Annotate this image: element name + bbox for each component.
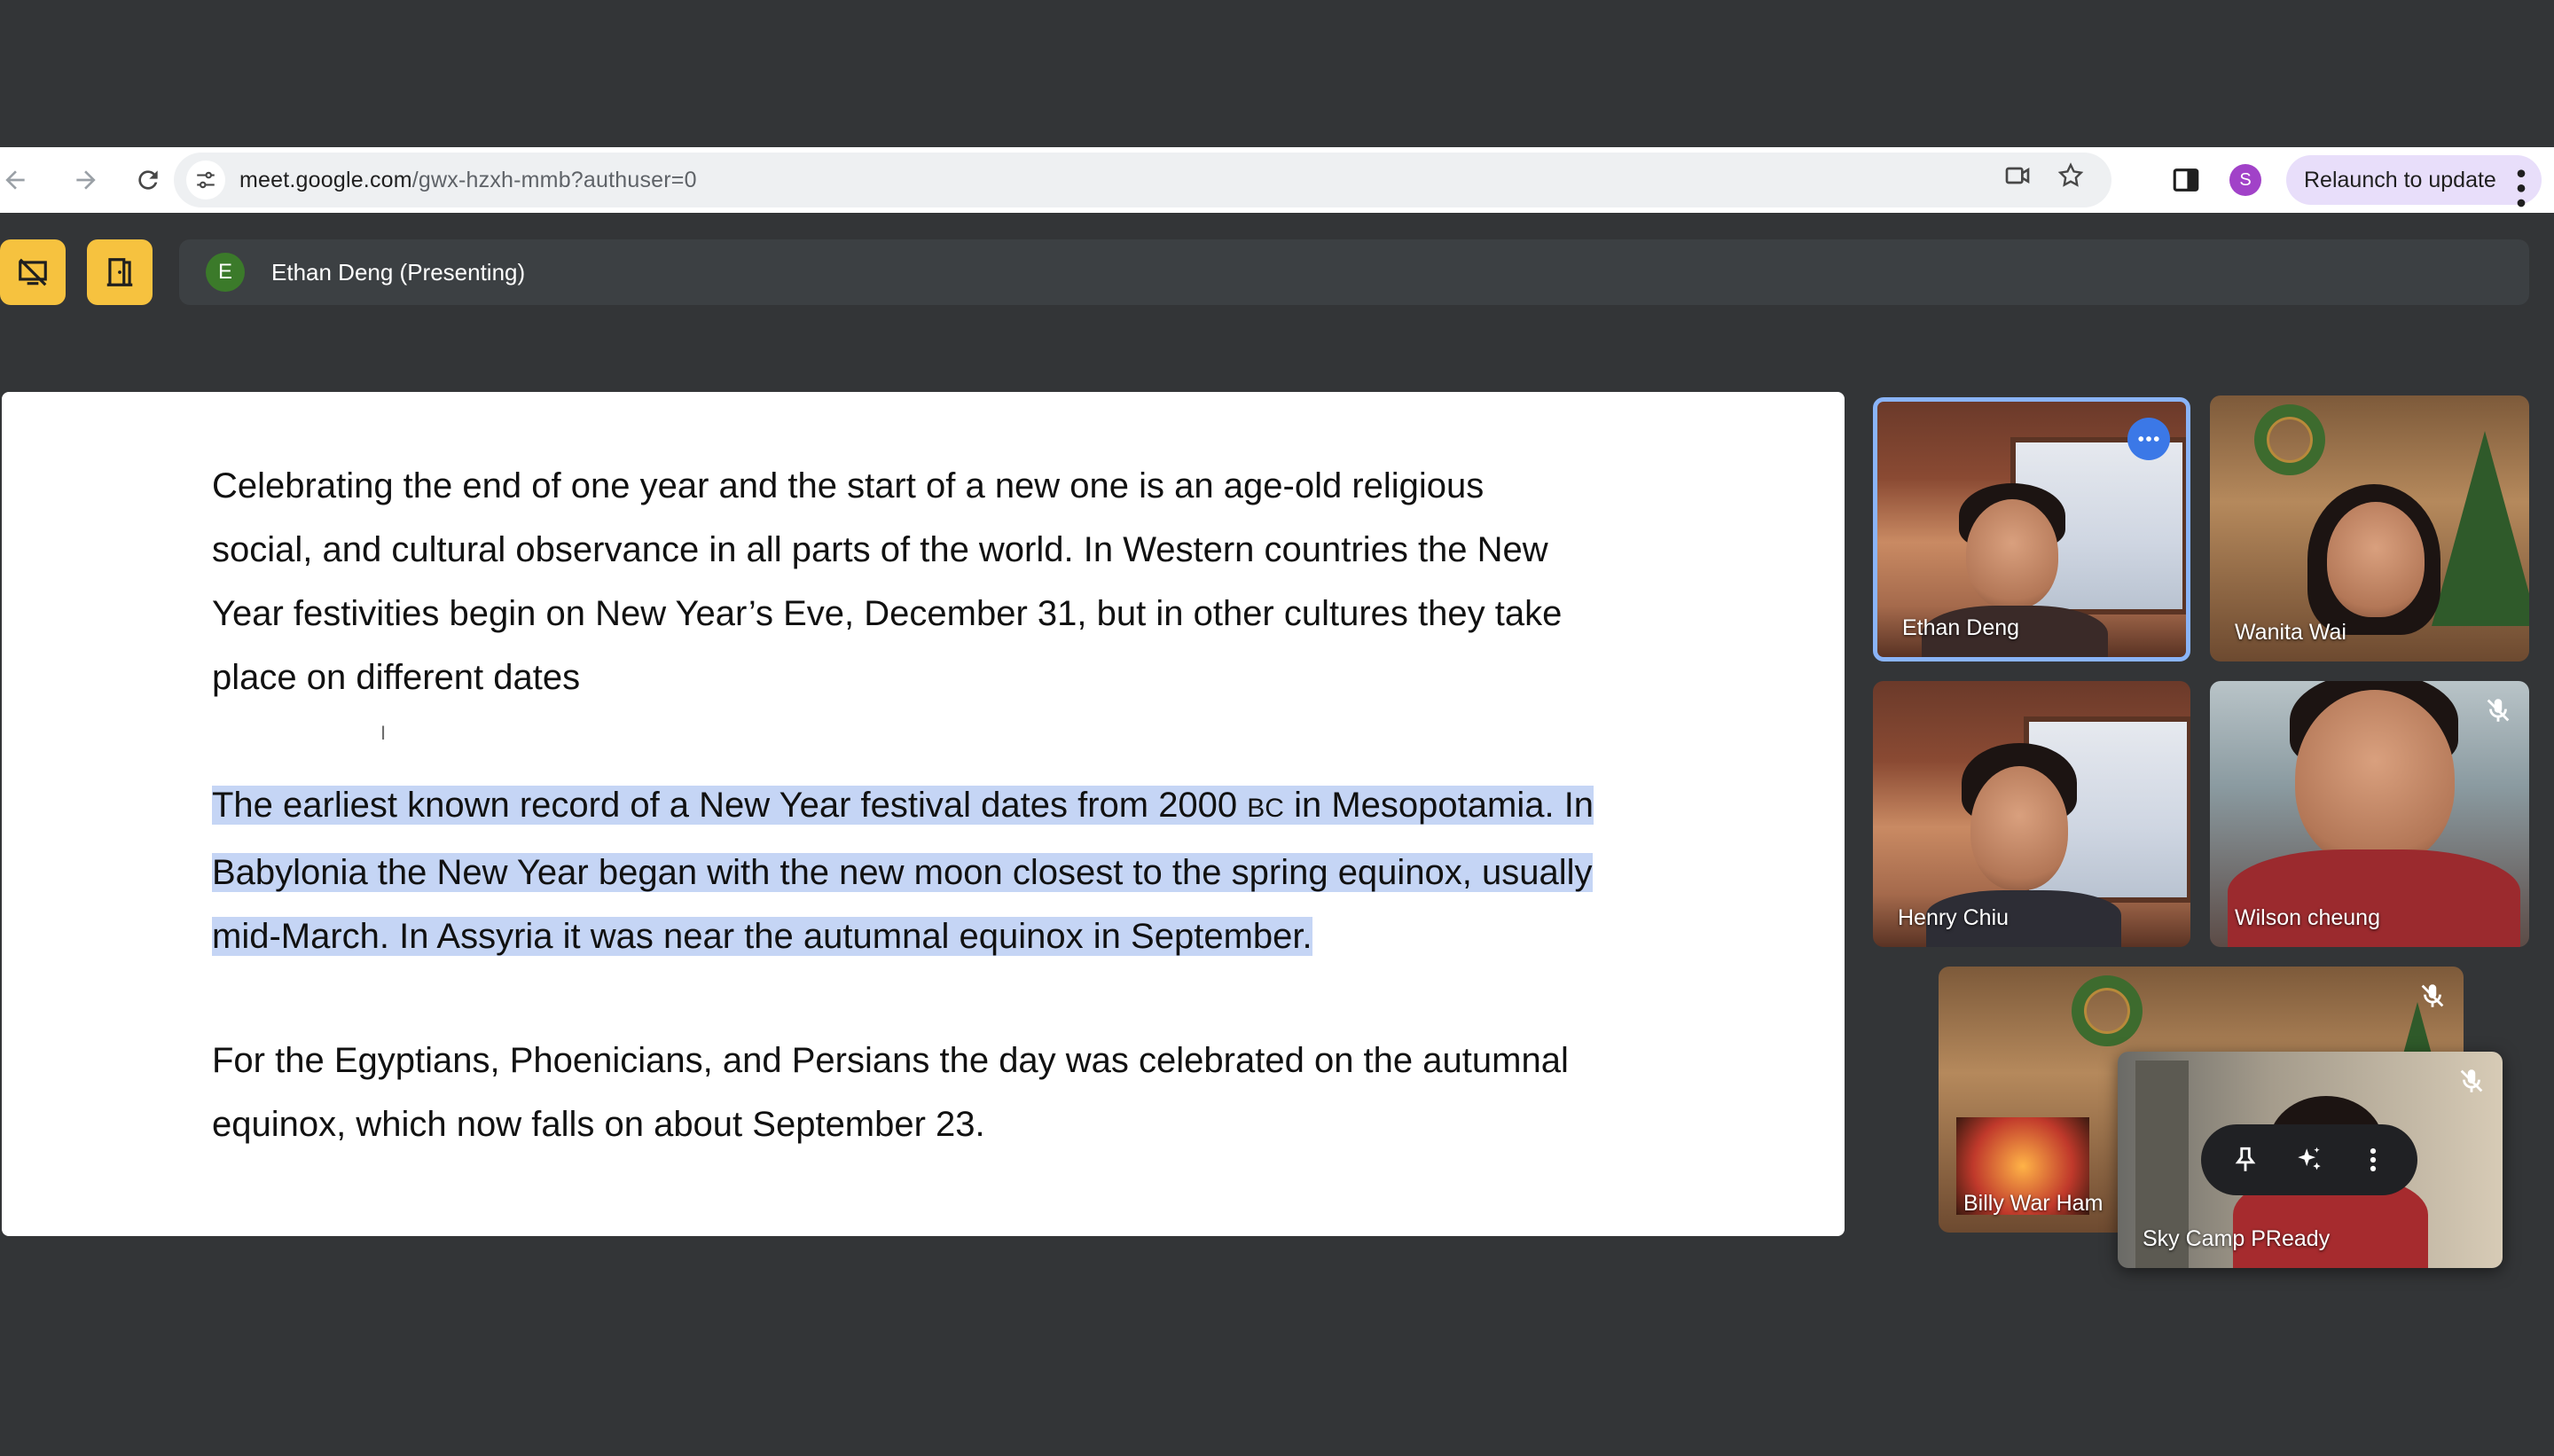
url-path: /gwx-hzxh-mmb?authuser=0 bbox=[411, 167, 697, 192]
reload-button[interactable] bbox=[124, 156, 172, 204]
participant-name: Sky Camp PReady bbox=[2143, 1226, 2331, 1251]
leave-room-button[interactable] bbox=[87, 239, 153, 305]
presenter-avatar: E bbox=[206, 253, 245, 292]
relaunch-label: Relaunch to update bbox=[2304, 167, 2496, 192]
url-text: meet.google.com/gwx-hzxh-mmb?authuser=0 bbox=[239, 168, 697, 193]
participant-tile-wanita[interactable]: Wanita Wai bbox=[2210, 395, 2529, 661]
relaunch-button[interactable]: Relaunch to update bbox=[2286, 155, 2542, 207]
reload-icon bbox=[138, 170, 158, 190]
side-panel-icon[interactable] bbox=[2171, 165, 2201, 195]
pin-icon[interactable] bbox=[2230, 1145, 2260, 1175]
text-line: equinox, which now falls on about Septem… bbox=[212, 1105, 985, 1144]
highlighted-line: mid-March. In Assyria it was near the au… bbox=[212, 917, 1312, 956]
participant-tile-henry[interactable]: Henry Chiu bbox=[1873, 681, 2190, 947]
mic-off-icon bbox=[2460, 1069, 2483, 1092]
text-line: Celebrating the end of one year and the … bbox=[212, 466, 1485, 505]
paragraph-3: For the Egyptians, Phoenicians, and Pers… bbox=[212, 1029, 1720, 1156]
more-options-button[interactable] bbox=[2127, 418, 2170, 460]
door-icon bbox=[106, 258, 133, 286]
highlighted-line: The earliest known record of a New Year … bbox=[212, 786, 1594, 825]
participant-name: Billy War Ham bbox=[1963, 1191, 2104, 1216]
arrow-left-icon bbox=[5, 170, 25, 190]
presentation-slide[interactable]: Celebrating the end of one year and the … bbox=[2, 392, 1845, 1236]
back-button[interactable] bbox=[0, 156, 39, 204]
present-off-icon bbox=[19, 258, 47, 286]
kebab-menu-icon bbox=[2517, 169, 2526, 207]
participant-name: Wanita Wai bbox=[2235, 620, 2346, 645]
mic-off-icon bbox=[2487, 699, 2510, 722]
forward-button[interactable] bbox=[62, 156, 110, 204]
participant-tile-ethan[interactable]: Ethan Deng bbox=[1873, 397, 2190, 661]
browser-toolbar: meet.google.com/gwx-hzxh-mmb?authuser=0 … bbox=[0, 147, 2554, 213]
paragraph-1: Celebrating the end of one year and the … bbox=[212, 454, 1720, 709]
participant-name: Wilson cheung bbox=[2235, 905, 2380, 930]
stop-presenting-button[interactable] bbox=[0, 239, 66, 305]
text-cursor-icon: I bbox=[380, 722, 387, 744]
sparkle-effects-icon[interactable] bbox=[2294, 1145, 2324, 1175]
presenter-label: Ethan Deng (Presenting) bbox=[271, 258, 526, 286]
more-vert-icon[interactable] bbox=[2358, 1145, 2388, 1175]
profile-avatar[interactable]: S bbox=[2229, 164, 2261, 196]
camera-icon[interactable] bbox=[2003, 161, 2032, 190]
bookmark-star-icon[interactable] bbox=[2057, 161, 2085, 190]
text-line: For the Egyptians, Phoenicians, and Pers… bbox=[212, 1041, 1569, 1080]
address-bar[interactable]: meet.google.com/gwx-hzxh-mmb?authuser=0 bbox=[174, 153, 2111, 207]
url-host: meet.google.com bbox=[239, 167, 412, 192]
tile-hover-toolbar bbox=[2201, 1124, 2417, 1195]
participant-tile-wilson[interactable]: Wilson cheung bbox=[2210, 681, 2529, 947]
participant-name: Ethan Deng bbox=[1902, 615, 2020, 640]
bc-small-caps: BC bbox=[1247, 794, 1284, 823]
highlighted-line: Babylonia the New Year began with the ne… bbox=[212, 853, 1593, 892]
presenter-banner: E Ethan Deng (Presenting) bbox=[179, 239, 2529, 305]
mic-off-icon bbox=[2421, 984, 2444, 1007]
text-line: place on different dates bbox=[212, 658, 581, 697]
arrow-right-icon bbox=[76, 170, 96, 190]
participant-name: Henry Chiu bbox=[1898, 905, 2010, 930]
text-line: Year festivities begin on New Year’s Eve… bbox=[212, 594, 1563, 633]
more-horiz-icon bbox=[2138, 436, 2159, 442]
text-line: social, and cultural observance in all p… bbox=[212, 530, 1548, 569]
site-settings-icon[interactable] bbox=[186, 160, 225, 200]
paragraph-2-selected: The earliest known record of a New Year … bbox=[212, 773, 1720, 968]
